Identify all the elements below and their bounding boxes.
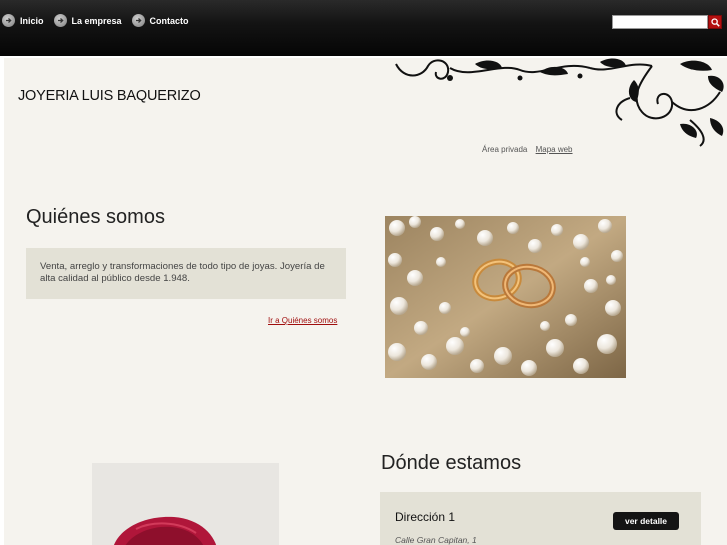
site-logo[interactable]: JOYERIA LUIS BAQUERIZO <box>18 88 201 104</box>
address-title: Dirección 1 <box>395 510 456 524</box>
sitemap-link[interactable]: Mapa web <box>536 145 573 154</box>
nav-item-la-empresa[interactable]: La empresa <box>53 14 122 27</box>
nav-item-contacto[interactable]: Contacto <box>131 14 189 27</box>
about-title: Quiénes somos <box>26 206 165 228</box>
top-nav-bar: Inicio La empresa Contacto <box>0 0 727 56</box>
about-description: Venta, arreglo y transformaciones de tod… <box>26 248 346 299</box>
shop-photo <box>92 463 279 545</box>
nav-label: Inicio <box>20 15 44 26</box>
address-card: Dirección 1 ver detalle Calle Gran Capit… <box>380 492 701 545</box>
floral-ornament <box>395 58 724 147</box>
address-street: Calle Gran Capitan, 1 <box>395 535 477 545</box>
search-input[interactable] <box>612 15 708 29</box>
nav-label: La empresa <box>71 15 122 26</box>
page-body: JOYERIA LUIS BAQUERIZO Área privada Mapa… <box>4 58 727 545</box>
arrow-right-icon <box>53 14 67 27</box>
rings-photo <box>385 216 626 378</box>
nav-item-inicio[interactable]: Inicio <box>2 14 44 27</box>
search-icon <box>710 17 720 27</box>
view-detail-button[interactable]: ver detalle <box>613 512 679 530</box>
about-link[interactable]: Ir a Quiénes somos <box>268 316 337 325</box>
search-button[interactable] <box>708 15 722 29</box>
main-nav: Inicio La empresa Contacto <box>2 14 199 27</box>
search-form <box>612 15 722 29</box>
nav-label: Contacto <box>149 15 189 26</box>
arrow-right-icon <box>2 14 15 27</box>
top-links: Área privada Mapa web <box>482 145 573 154</box>
location-title: Dónde estamos <box>381 452 522 474</box>
private-area-link[interactable]: Área privada <box>482 145 527 154</box>
arrow-right-icon <box>131 14 145 27</box>
